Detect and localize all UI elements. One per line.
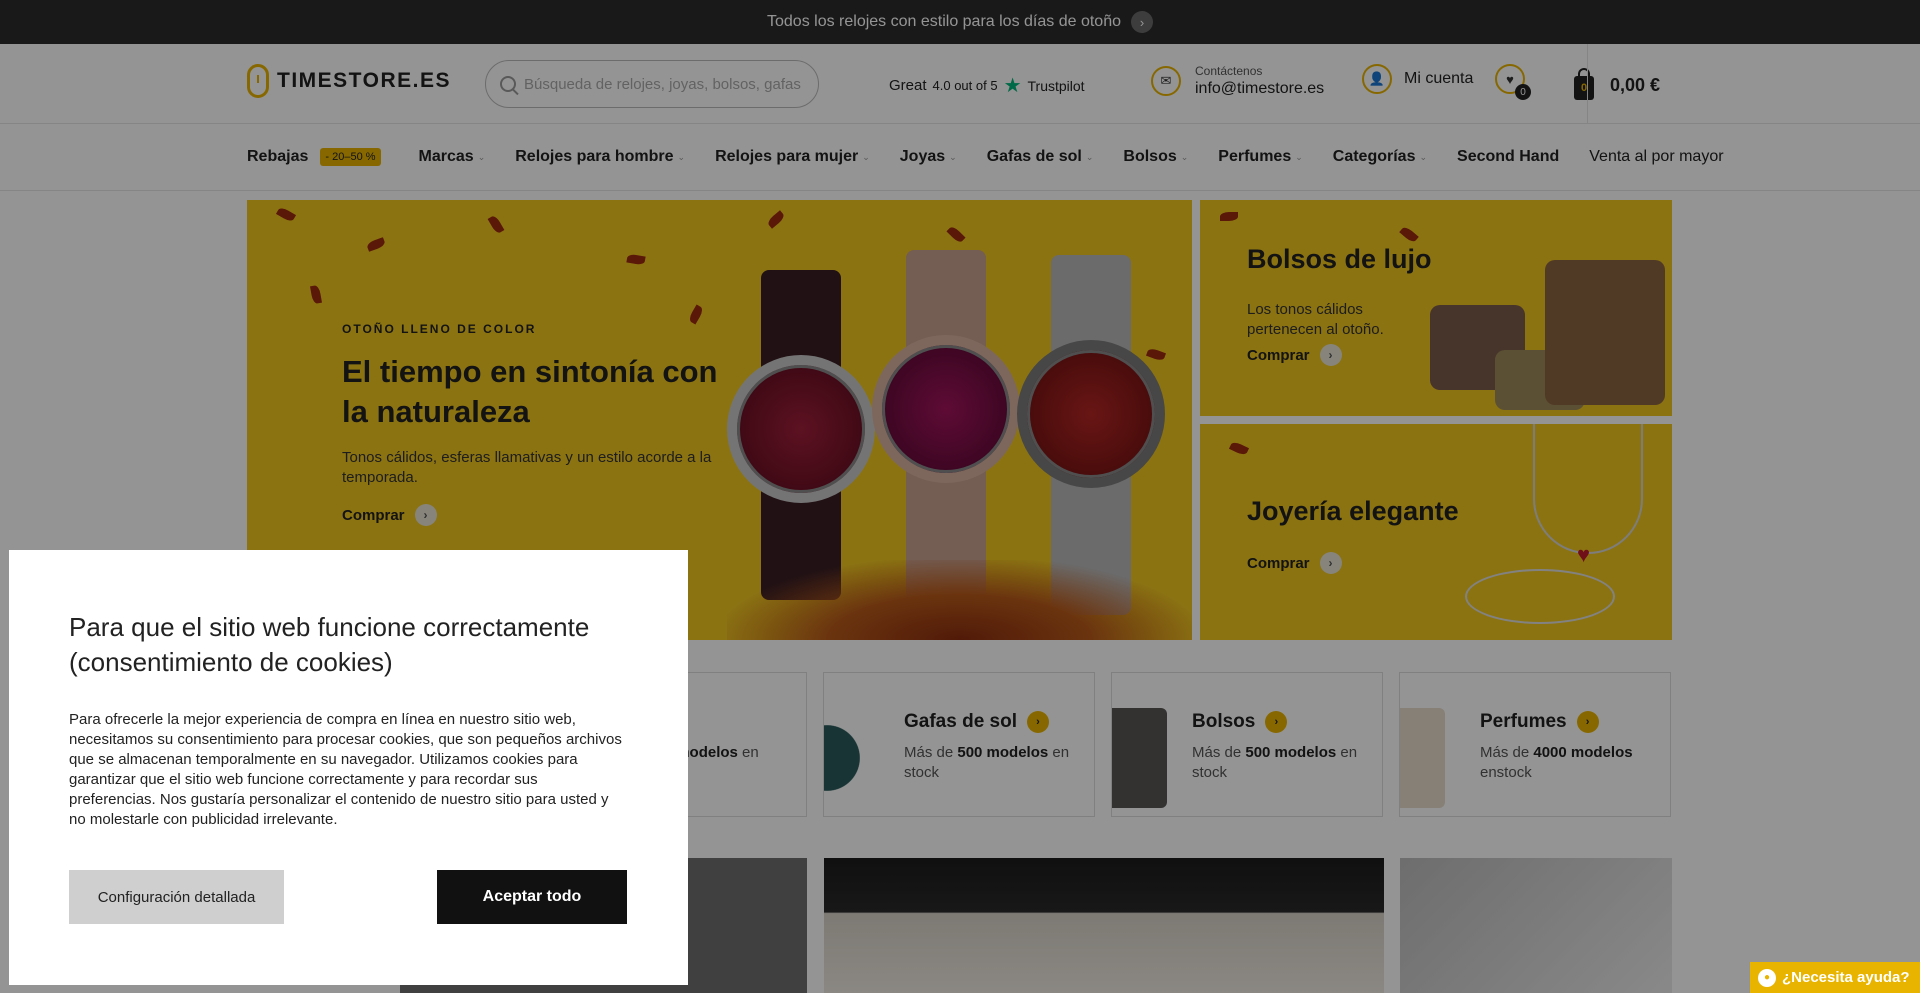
accept-all-button[interactable]: Aceptar todo bbox=[437, 870, 627, 924]
chat-icon: ● bbox=[1758, 968, 1776, 987]
help-chat-button[interactable]: ● ¿Necesita ayuda? bbox=[1750, 962, 1920, 993]
cookie-text: Para ofrecerle la mejor experiencia de c… bbox=[69, 711, 622, 828]
cookie-consent-dialog: Para que el sitio web funcione correctam… bbox=[9, 550, 688, 985]
cookie-title: Para que el sitio web funcione correctam… bbox=[69, 612, 590, 677]
help-label: ¿Necesita ayuda? bbox=[1782, 969, 1910, 986]
detailed-settings-button[interactable]: Configuración detallada bbox=[69, 870, 284, 924]
